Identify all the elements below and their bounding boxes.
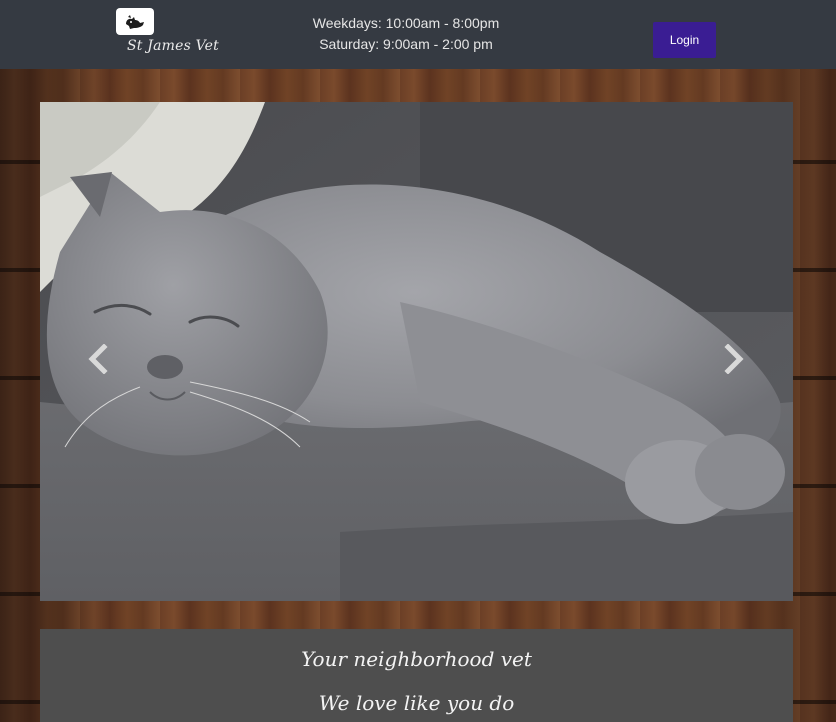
chevron-right-icon xyxy=(724,344,744,374)
carousel-prev-button[interactable] xyxy=(78,337,118,381)
site-header: St James Vet Weekdays: 10:00am - 8:00pm … xyxy=(0,0,836,69)
saturday-hours: Saturday: 9:00am - 2:00 pm xyxy=(319,36,493,52)
weekday-hours: Weekdays: 10:00am - 8:00pm xyxy=(312,15,500,31)
tagline-panel: Your neighborhood vet We love like you d… xyxy=(40,629,793,722)
carousel-image xyxy=(40,102,793,601)
pet-silhouette-icon xyxy=(126,14,144,29)
tagline-secondary: We love like you do xyxy=(318,691,515,715)
login-button[interactable]: Login xyxy=(653,22,716,58)
opening-hours: Weekdays: 10:00am - 8:00pm Saturday: 9:0… xyxy=(300,13,512,55)
chevron-left-icon xyxy=(88,344,108,374)
tagline-primary: Your neighborhood vet xyxy=(301,647,532,671)
carousel-next-button[interactable] xyxy=(714,337,754,381)
brand-name[interactable]: St James Vet xyxy=(127,38,219,54)
hero-carousel xyxy=(40,102,793,601)
logo[interactable] xyxy=(116,8,154,35)
